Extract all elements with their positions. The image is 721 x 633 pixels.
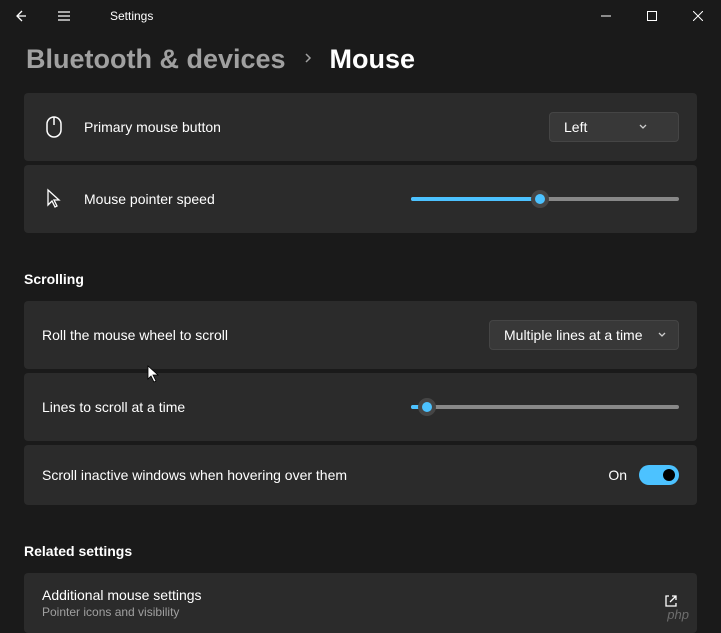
breadcrumb-parent[interactable]: Bluetooth & devices bbox=[26, 44, 286, 75]
pointer-speed-label: Mouse pointer speed bbox=[84, 191, 411, 207]
chevron-down-icon bbox=[637, 119, 649, 135]
primary-mouse-button-row: Primary mouse button Left bbox=[24, 93, 697, 161]
maximize-button[interactable] bbox=[629, 0, 675, 32]
cursor-icon bbox=[42, 187, 66, 211]
breadcrumb-current: Mouse bbox=[330, 44, 416, 75]
related-header: Related settings bbox=[24, 509, 697, 573]
scroll-inactive-label: Scroll inactive windows when hovering ov… bbox=[42, 467, 608, 483]
primary-button-value: Left bbox=[564, 119, 587, 135]
toggle-state-label: On bbox=[608, 467, 627, 483]
scroll-inactive-row: Scroll inactive windows when hovering ov… bbox=[24, 445, 697, 505]
scroll-inactive-toggle[interactable] bbox=[639, 465, 679, 485]
lines-scroll-row: Lines to scroll at a time bbox=[24, 373, 697, 441]
pointer-speed-slider[interactable] bbox=[411, 187, 679, 211]
watermark: php bbox=[667, 607, 689, 622]
primary-button-dropdown[interactable]: Left bbox=[549, 112, 679, 142]
title-bar: Settings bbox=[0, 0, 721, 32]
breadcrumb: Bluetooth & devices Mouse bbox=[0, 32, 721, 93]
back-button[interactable] bbox=[8, 4, 32, 28]
additional-mouse-settings-link[interactable]: Additional mouse settings Pointer icons … bbox=[24, 573, 697, 633]
app-title: Settings bbox=[110, 9, 153, 23]
mouse-icon bbox=[42, 115, 66, 139]
additional-title: Additional mouse settings bbox=[42, 587, 663, 603]
chevron-right-icon bbox=[302, 51, 314, 69]
menu-button[interactable] bbox=[52, 4, 76, 28]
roll-wheel-row: Roll the mouse wheel to scroll Multiple … bbox=[24, 301, 697, 369]
primary-button-label: Primary mouse button bbox=[84, 119, 549, 135]
lines-scroll-label: Lines to scroll at a time bbox=[42, 399, 411, 415]
minimize-button[interactable] bbox=[583, 0, 629, 32]
pointer-speed-row: Mouse pointer speed bbox=[24, 165, 697, 233]
roll-wheel-dropdown[interactable]: Multiple lines at a time bbox=[489, 320, 679, 350]
additional-subtitle: Pointer icons and visibility bbox=[42, 605, 663, 619]
close-button[interactable] bbox=[675, 0, 721, 32]
roll-wheel-label: Roll the mouse wheel to scroll bbox=[42, 327, 489, 343]
roll-wheel-value: Multiple lines at a time bbox=[504, 327, 643, 343]
lines-scroll-slider[interactable] bbox=[411, 395, 679, 419]
chevron-down-icon bbox=[656, 327, 668, 343]
scrolling-header: Scrolling bbox=[24, 237, 697, 301]
